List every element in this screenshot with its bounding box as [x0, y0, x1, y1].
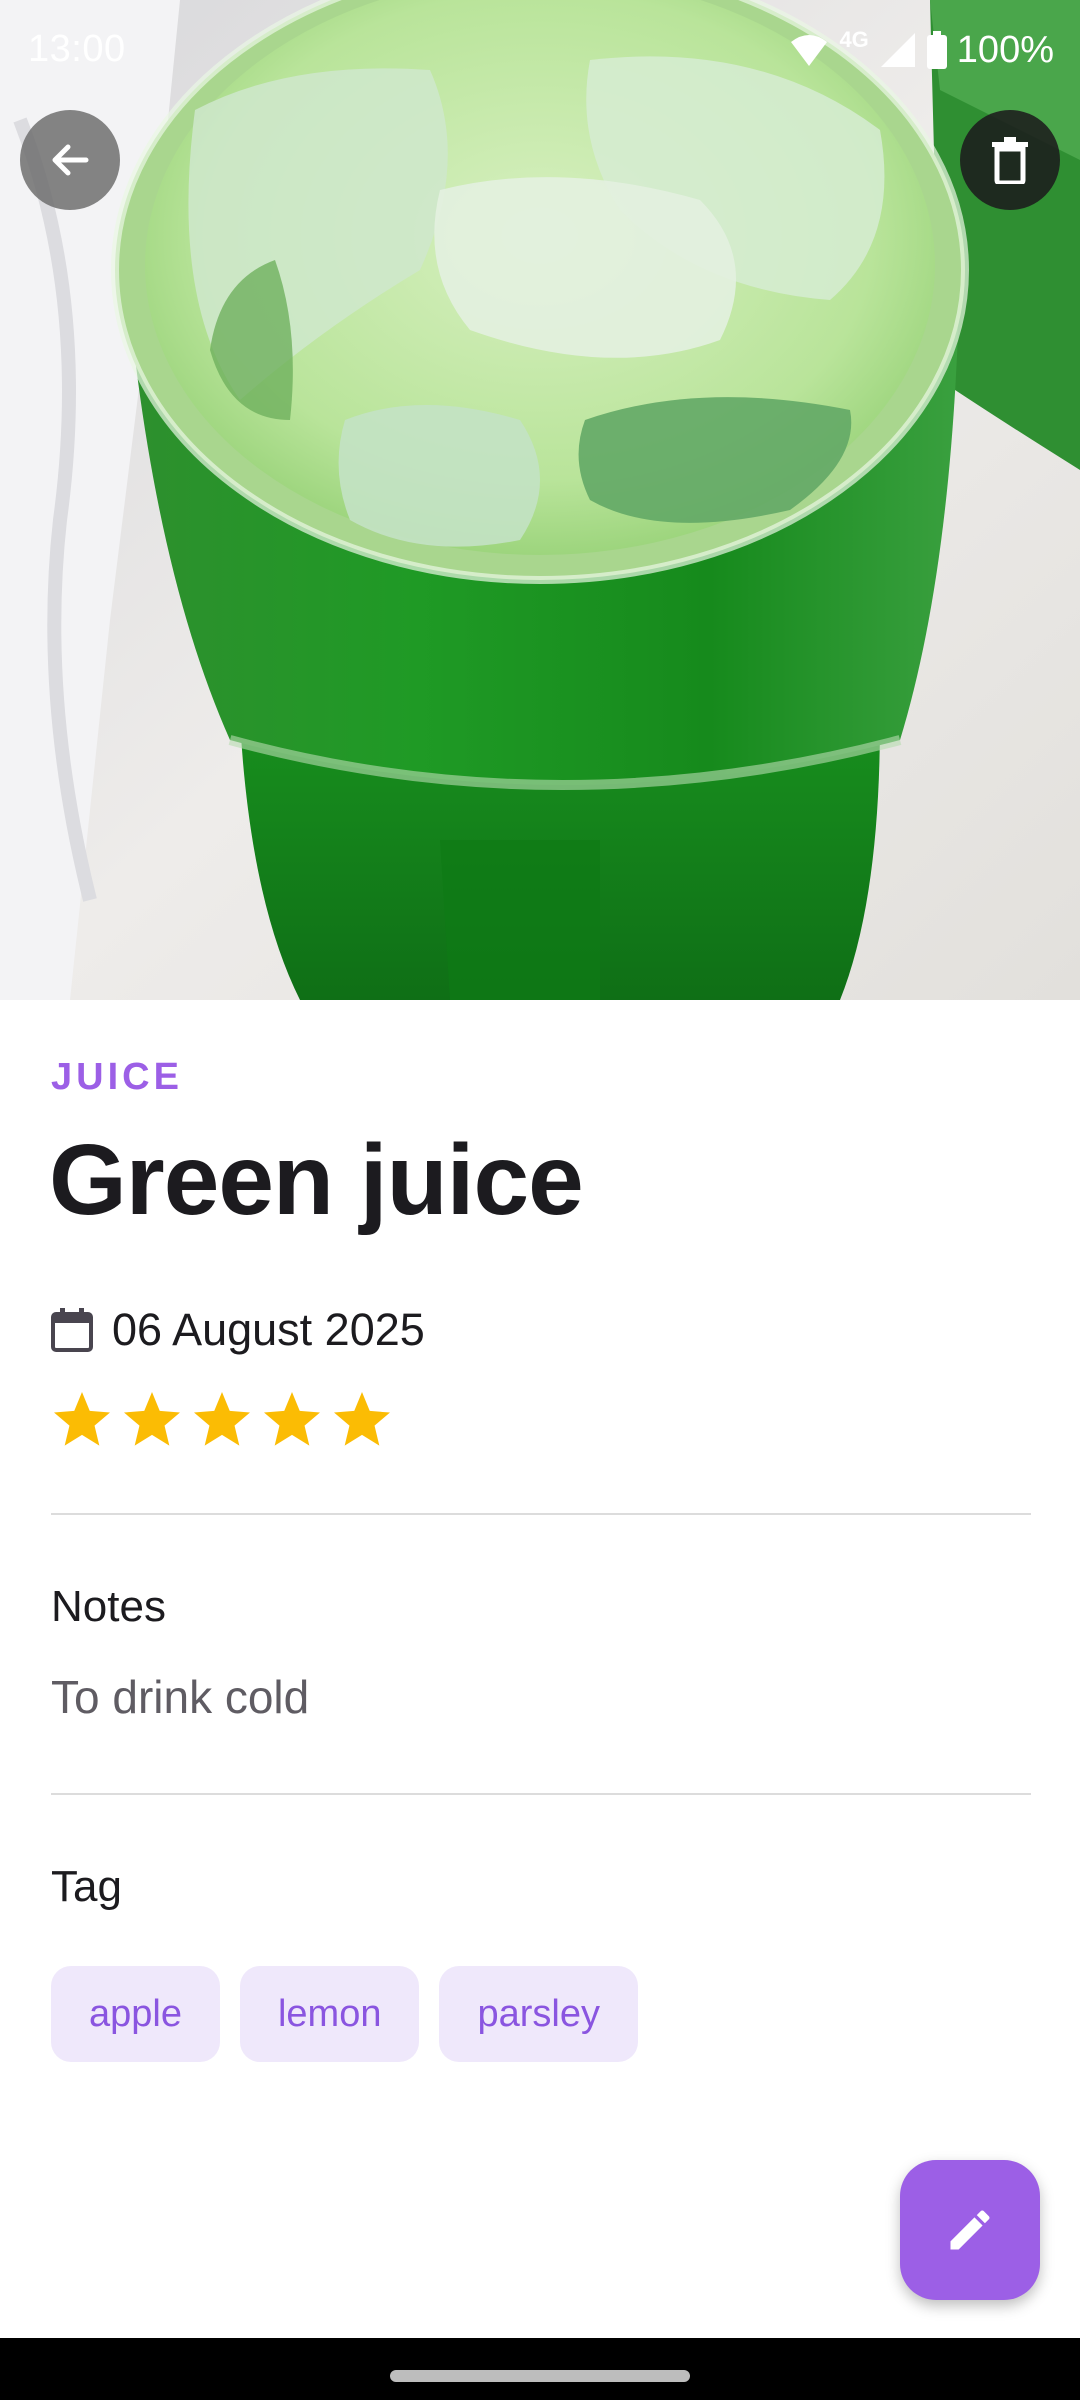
home-gesture-handle[interactable]: [390, 2370, 690, 2382]
tag-chip-parsley[interactable]: parsley: [439, 1966, 638, 2062]
trash-icon: [992, 137, 1028, 184]
system-nav-bar: [0, 2338, 1080, 2400]
green-juice-photo: [0, 0, 1080, 1000]
date-text: 06 August 2025: [112, 1304, 425, 1355]
star-icon: [264, 1392, 320, 1446]
star-icon: [124, 1392, 180, 1446]
item-title: Green juice: [49, 1124, 584, 1236]
pencil-edit-icon: [950, 2210, 990, 2250]
network-type: 4G: [839, 27, 869, 52]
edit-fab-button[interactable]: [900, 2160, 1040, 2300]
notes-heading: Notes: [51, 1582, 166, 1631]
delete-button[interactable]: [960, 110, 1060, 210]
star-icon: [54, 1392, 110, 1446]
tag-chip-list: apple lemon parsley: [51, 1966, 638, 2062]
divider: [51, 1793, 1031, 1795]
star-icon: [334, 1392, 390, 1446]
signal-icon: [880, 33, 915, 67]
category-label: JUICE: [51, 1056, 183, 1098]
hero-image: [0, 0, 1080, 1000]
divider: [51, 1513, 1031, 1515]
star-icon: [194, 1392, 250, 1446]
back-button[interactable]: [20, 110, 120, 210]
rating-stars: [50, 1388, 394, 1452]
tag-chip-lemon[interactable]: lemon: [239, 1966, 420, 2062]
tag-chip-apple[interactable]: apple: [51, 1966, 220, 2062]
status-bar: 13:00 4G 100%: [0, 0, 1080, 100]
date-row: 06 August 2025: [50, 1300, 425, 1360]
battery-level: 100%: [956, 28, 1054, 71]
status-time: 13:00: [28, 28, 126, 70]
tag-heading: Tag: [51, 1862, 122, 1911]
calendar-icon: [51, 1308, 93, 1352]
battery-icon: [926, 31, 947, 69]
status-icons: 4G 100%: [789, 26, 1054, 74]
wifi-icon: [791, 35, 828, 66]
notes-text: To drink cold: [51, 1671, 310, 1723]
arrow-back-icon: [52, 144, 89, 176]
